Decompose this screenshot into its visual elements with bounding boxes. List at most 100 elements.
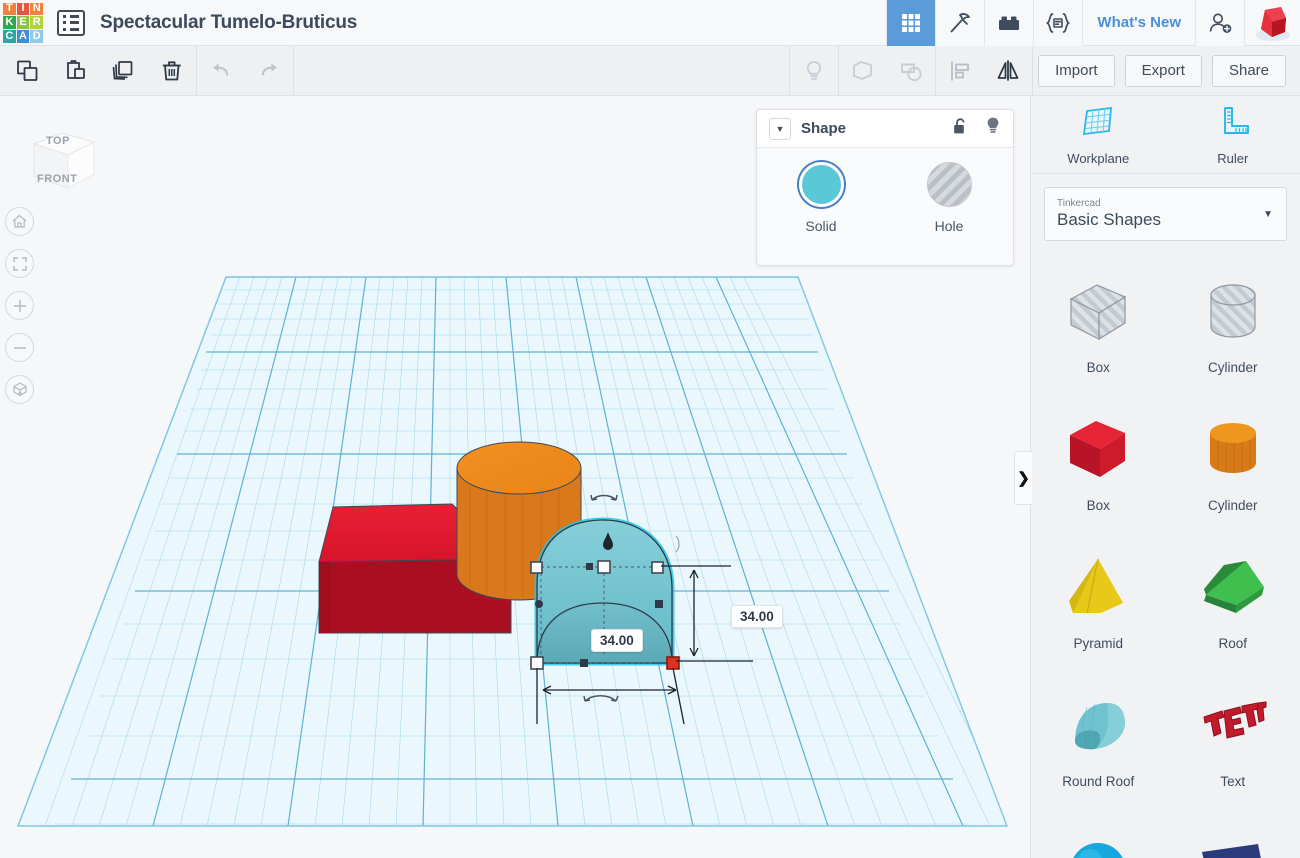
shape-item-box-hole[interactable]: Box: [1031, 254, 1166, 392]
tinkercad-logo[interactable]: TIN KER CAD: [0, 0, 46, 46]
sidebar-tool-workplane-label: Workplane: [1067, 150, 1130, 166]
workplane-icon: [1079, 104, 1117, 145]
shape-item-box[interactable]: Box: [1031, 392, 1166, 530]
whats-new-button[interactable]: What's New: [1082, 0, 1195, 46]
sphere-icon: [1061, 831, 1135, 858]
hole-label: Hole: [934, 218, 964, 234]
wedge-icon: [1196, 831, 1270, 858]
shape-item-pyramid[interactable]: Pyramid: [1031, 530, 1166, 668]
home-view-button[interactable]: [5, 207, 34, 236]
duplicate-icon[interactable]: [100, 46, 148, 95]
shape-item-wedge[interactable]: [1166, 806, 1300, 858]
redo-icon[interactable]: [245, 46, 293, 95]
logo-tile-c: C: [3, 29, 16, 43]
top-bar-right: What's New: [886, 0, 1300, 46]
hole-swatch-icon[interactable]: [926, 162, 972, 207]
zoom-in-button[interactable]: [5, 291, 34, 320]
fit-view-button[interactable]: [5, 249, 34, 278]
shape-item-label: Pyramid: [1073, 635, 1123, 651]
shape-item-label: Roof: [1218, 635, 1248, 651]
shape-item-label: Round Roof: [1062, 773, 1135, 789]
logo-tile-t: T: [3, 2, 16, 16]
delete-trash-icon[interactable]: [148, 46, 196, 95]
import-button[interactable]: Import: [1038, 54, 1115, 87]
zoom-out-button[interactable]: [5, 333, 34, 362]
view-cube-top-label[interactable]: TOP: [46, 135, 70, 147]
shape-panel-header: ▼ Shape: [757, 110, 1013, 148]
shape-library-grid: Box Cylinder Box Cylinder Pyramid Roof Round R…: [1031, 254, 1300, 858]
copy-icon[interactable]: [4, 46, 52, 95]
lego-brick-icon[interactable]: [984, 0, 1034, 46]
shape-item-label: Box: [1086, 497, 1110, 513]
shape-item-roof[interactable]: Roof: [1166, 530, 1300, 668]
depth-dimension-label[interactable]: 34.00: [731, 605, 783, 628]
undo-icon[interactable]: [197, 46, 245, 95]
shape-option-solid[interactable]: Solid: [775, 162, 867, 234]
workplane-watermark: Workplane: [58, 849, 374, 858]
library-collection: Basic Shapes: [1057, 210, 1161, 229]
group-icon[interactable]: [839, 46, 887, 95]
hamburger-menu-icon[interactable]: [57, 9, 85, 36]
cylinder-icon: [1196, 410, 1270, 490]
lightbulb-icon[interactable]: [985, 116, 1001, 141]
solid-label: Solid: [805, 218, 837, 234]
view-cube[interactable]: TOP FRONT: [22, 118, 102, 198]
logo-tile-r: R: [30, 16, 43, 29]
pyramid-icon: [1061, 548, 1135, 628]
pickaxe-icon[interactable]: [935, 0, 985, 46]
sidebar-collapse-button[interactable]: ❯: [1014, 451, 1032, 505]
ruler-icon: [1214, 104, 1252, 145]
mirror-icon[interactable]: [984, 46, 1032, 95]
chevron-down-icon[interactable]: ▼: [1263, 209, 1273, 220]
unlock-icon[interactable]: [952, 117, 969, 141]
width-dimension-label[interactable]: 34.00: [591, 629, 643, 652]
grid-icon[interactable]: [886, 0, 936, 46]
shape-item-text[interactable]: Text: [1166, 668, 1300, 806]
export-button[interactable]: Export: [1124, 54, 1202, 87]
avatar[interactable]: [1244, 0, 1300, 46]
shape-item-label: Cylinder: [1207, 497, 1258, 513]
lightbulb-icon[interactable]: [790, 46, 838, 95]
projection-toggle-button[interactable]: [5, 375, 34, 404]
shape-item-sphere[interactable]: [1031, 806, 1166, 858]
library-owner: Tinkercad: [1057, 198, 1101, 209]
logo-tile-a: A: [16, 29, 30, 43]
box-hole-icon: [1061, 272, 1135, 352]
shape-item-cylinder[interactable]: Cylinder: [1166, 392, 1300, 530]
chevron-down-icon[interactable]: ▼: [769, 117, 791, 140]
shape-item-label: Cylinder: [1207, 359, 1258, 375]
logo-tile-d: D: [30, 29, 43, 43]
file-actions: Import Export Share: [1033, 46, 1300, 95]
shape-item-round-roof[interactable]: Round Roof: [1031, 668, 1166, 806]
page-title: Spectacular Tumelo-Bruticus: [100, 11, 358, 33]
tinkercad-app: TINKERCAD Spectacular Tumelo-Bruticus Wh…: [0, 0, 1300, 858]
solid-swatch-icon[interactable]: [798, 162, 844, 207]
shape-properties-panel: ▼ Shape Solid Hole: [756, 109, 1014, 266]
sidebar-tool-workplane[interactable]: Workplane: [1031, 96, 1166, 173]
main-toolbar: Import Export Share: [0, 46, 1300, 96]
shape-item-label: Text: [1220, 773, 1246, 789]
paste-icon[interactable]: [52, 46, 100, 95]
shapes-sidebar: Workplane Ruler Tinkercad Basic Shapes ▼…: [1030, 96, 1300, 858]
logo-tile-k: K: [3, 16, 16, 29]
shape-item-label: Box: [1086, 359, 1110, 375]
add-person-icon[interactable]: [1195, 0, 1244, 46]
sidebar-tool-ruler[interactable]: Ruler: [1166, 96, 1300, 173]
codeblocks-icon[interactable]: [1033, 0, 1083, 46]
sidebar-tools: Workplane Ruler: [1031, 96, 1300, 174]
round-roof-icon: [1061, 686, 1135, 766]
ungroup-icon[interactable]: [887, 46, 935, 95]
align-icon[interactable]: [936, 46, 984, 95]
roof-icon: [1196, 548, 1270, 628]
logo-tile-i: I: [16, 2, 30, 16]
shape-option-hole[interactable]: Hole: [903, 162, 995, 234]
shape-item-cylinder-hole[interactable]: Cylinder: [1166, 254, 1300, 392]
logo-tile-e: E: [16, 16, 30, 29]
text-icon: [1196, 686, 1270, 766]
box-icon: [1061, 410, 1135, 490]
shape-panel-title: Shape: [801, 120, 847, 137]
shape-library-select[interactable]: Tinkercad Basic Shapes ▼: [1044, 187, 1287, 241]
share-button[interactable]: Share: [1211, 54, 1286, 87]
view-cube-front-label[interactable]: FRONT: [37, 173, 77, 185]
